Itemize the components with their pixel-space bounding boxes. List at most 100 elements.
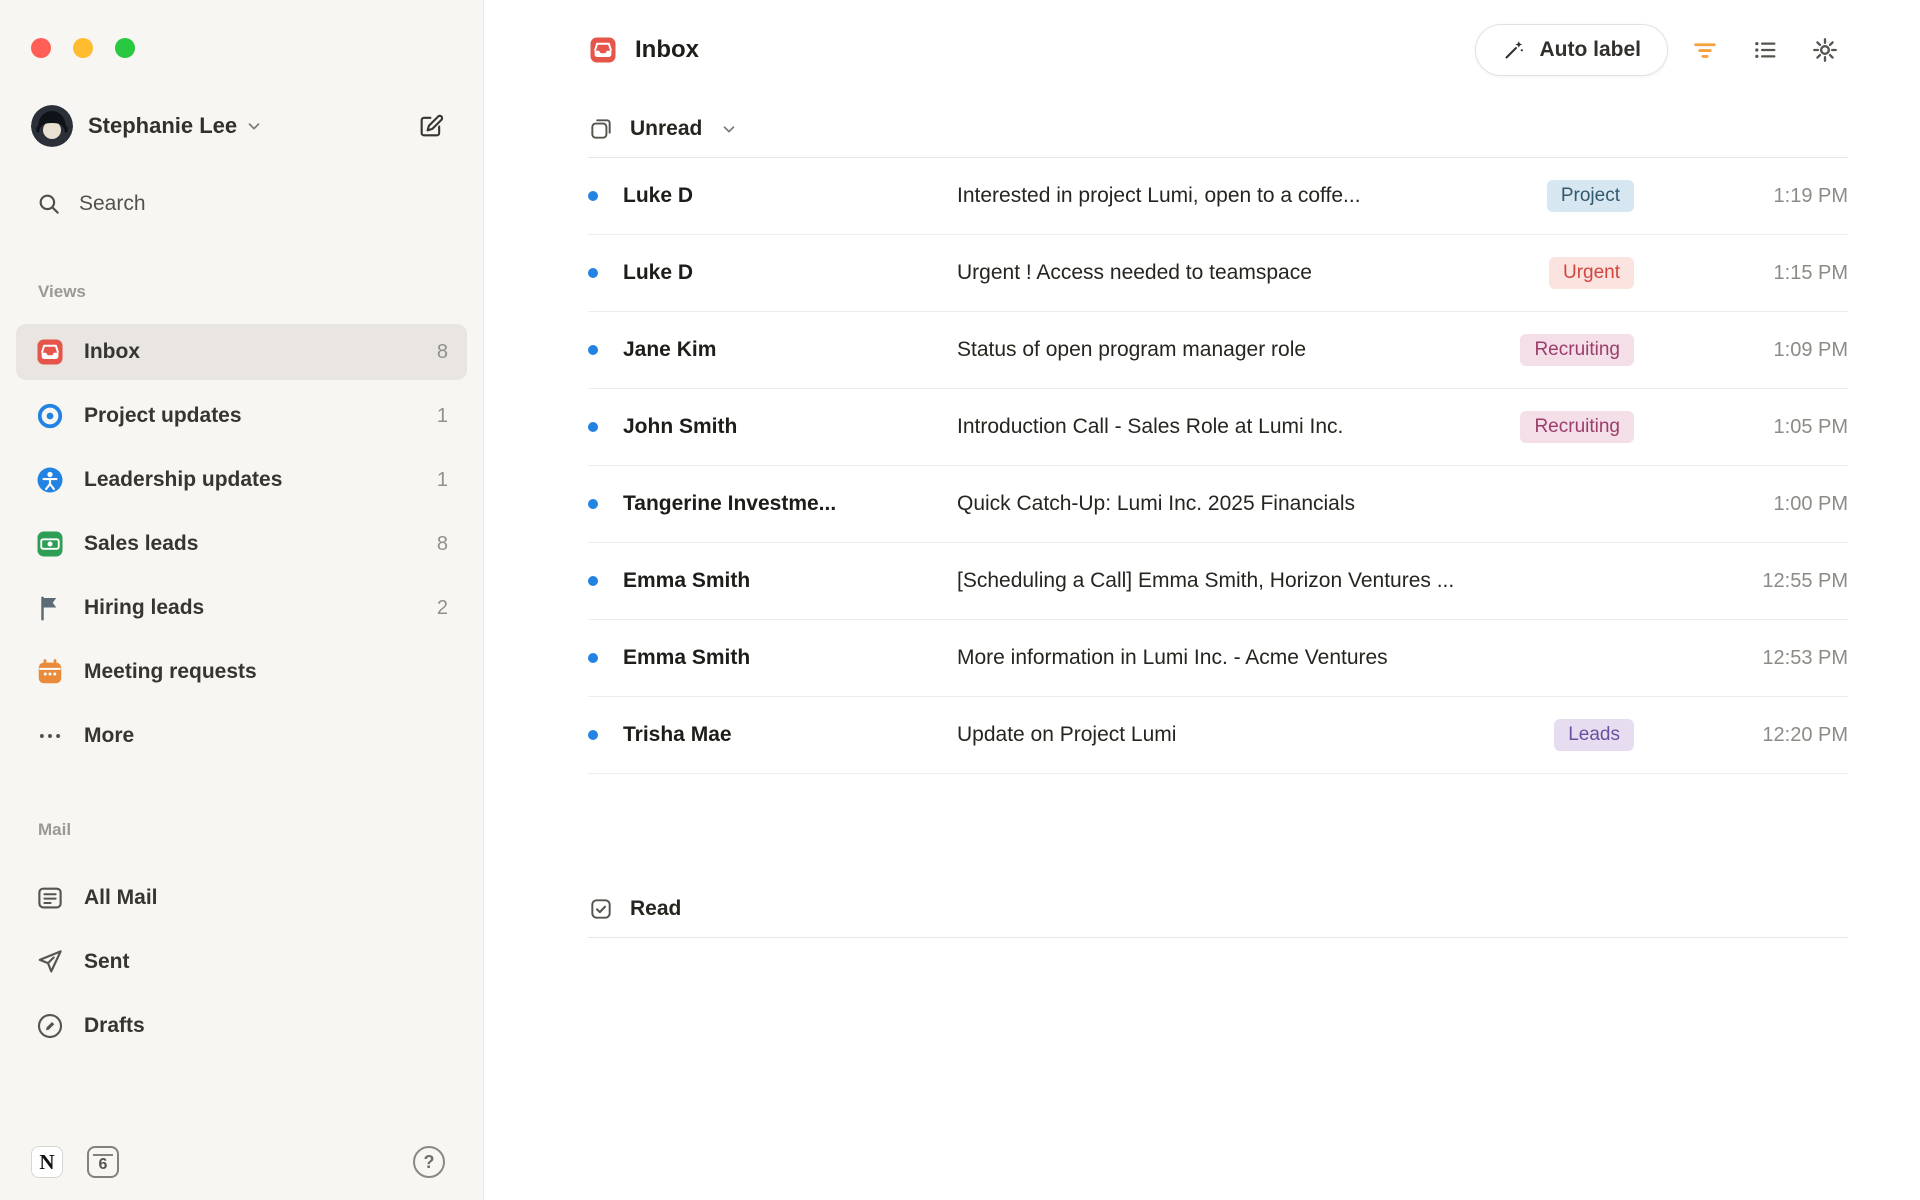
header-actions: Auto label: [1475, 24, 1848, 76]
email-subject: [Scheduling a Call] Emma Smith, Horizon …: [957, 569, 1455, 592]
help-icon[interactable]: ?: [413, 1146, 445, 1178]
unread-group-header[interactable]: Unread: [588, 100, 1848, 158]
traffic-lights: [0, 0, 483, 58]
chevron-down-icon: [720, 120, 738, 138]
sidebar-item-more[interactable]: More: [16, 708, 467, 764]
sidebar-item-sales-leads[interactable]: Sales leads 8: [16, 516, 467, 572]
title-wrap: Inbox: [588, 35, 699, 65]
target-icon: [35, 401, 65, 431]
calendar-day: 6: [98, 1156, 108, 1173]
sidebar-item-meeting-requests[interactable]: Meeting requests: [16, 644, 467, 700]
sidebar: Stephanie Lee Search Views Inbox 8 Proje…: [0, 0, 484, 1200]
gear-icon: [1813, 38, 1837, 62]
settings-button[interactable]: [1802, 27, 1848, 73]
wand-icon: [1502, 38, 1526, 62]
email-subject: More information in Lumi Inc. - Acme Ven…: [957, 646, 1388, 669]
search-icon: [36, 191, 62, 217]
sidebar-item-project-updates[interactable]: Project updates 1: [16, 388, 467, 444]
email-sender: Tangerine Investme...: [623, 492, 837, 515]
sidebar-item-sent[interactable]: Sent: [16, 934, 467, 990]
zoom-window-button[interactable]: [115, 38, 135, 58]
auto-label-label: Auto label: [1539, 38, 1641, 61]
email-time: 1:00 PM: [1773, 492, 1848, 515]
email-row[interactable]: Luke D Interested in project Lumi, open …: [588, 158, 1848, 235]
avatar: [31, 105, 73, 147]
list-view-button[interactable]: [1742, 27, 1788, 73]
sidebar-item-count: 2: [436, 596, 448, 619]
mail-list-pane: Inbox Auto label Unread Luke D Intereste…: [484, 0, 1920, 1200]
email-time: 12:53 PM: [1762, 646, 1848, 669]
notion-logo[interactable]: N: [31, 1146, 63, 1178]
unread-dot: [588, 653, 598, 663]
unread-group-title: Unread: [630, 116, 703, 140]
sidebar-item-count: 8: [436, 340, 448, 363]
minimize-window-button[interactable]: [73, 38, 93, 58]
email-subject: Urgent ! Access needed to teamspace: [957, 261, 1312, 284]
email-sender: Jane Kim: [623, 338, 717, 361]
checkbox-checked-icon: [588, 896, 614, 922]
sidebar-item-drafts[interactable]: Drafts: [16, 998, 467, 1054]
search-button[interactable]: Search: [36, 186, 445, 222]
banknote-icon: [35, 529, 65, 559]
sidebar-item-label: Sales leads: [84, 532, 199, 555]
sidebar-item-label: All Mail: [84, 886, 158, 909]
sidebar-item-all-mail[interactable]: All Mail: [16, 870, 467, 926]
send-icon: [35, 947, 65, 977]
sidebar-item-label: Inbox: [84, 340, 140, 363]
sidebar-item-count: 1: [436, 404, 448, 427]
all-mail-icon: [35, 883, 65, 913]
email-row[interactable]: Emma Smith [Scheduling a Call] Emma Smit…: [588, 543, 1848, 620]
account-switcher[interactable]: Stephanie Lee: [31, 104, 445, 148]
email-time: 12:55 PM: [1762, 569, 1848, 592]
email-sender: Luke D: [623, 184, 694, 207]
auto-label-button[interactable]: Auto label: [1475, 24, 1668, 76]
label-badge[interactable]: Urgent: [1548, 257, 1634, 289]
email-row[interactable]: Tangerine Investme... Quick Catch-Up: Lu…: [588, 466, 1848, 543]
unread-dot: [588, 576, 598, 586]
email-subject: Update on Project Lumi: [957, 723, 1177, 746]
email-row[interactable]: Jane Kim Status of open program manager …: [588, 312, 1848, 389]
email-sender: Emma Smith: [623, 646, 751, 669]
email-row[interactable]: Trisha Mae Update on Project Lumi Leads …: [588, 697, 1848, 774]
flag-icon: [35, 593, 65, 623]
sidebar-item-inbox[interactable]: Inbox 8: [16, 324, 467, 380]
sidebar-item-label: Meeting requests: [84, 660, 257, 683]
compose-button[interactable]: [417, 112, 445, 140]
close-window-button[interactable]: [31, 38, 51, 58]
filter-button[interactable]: [1682, 27, 1728, 73]
unread-dot: [588, 730, 598, 740]
label-badge[interactable]: Project: [1546, 180, 1634, 212]
label-badge[interactable]: Leads: [1554, 719, 1634, 751]
filter-icon: [1694, 43, 1716, 58]
unread-dot: [588, 191, 598, 201]
ellipsis-icon: [35, 721, 65, 751]
user-name: Stephanie Lee: [88, 113, 238, 138]
sidebar-item-count: 1: [436, 468, 448, 491]
email-subject: Quick Catch-Up: Lumi Inc. 2025 Financial…: [957, 492, 1356, 515]
mail-section-label: Mail: [38, 820, 72, 839]
label-badge[interactable]: Recruiting: [1520, 411, 1634, 443]
email-row[interactable]: Emma Smith More information in Lumi Inc.…: [588, 620, 1848, 697]
inbox-icon: [35, 337, 65, 367]
email-sender: Emma Smith: [623, 569, 751, 592]
calendar-app-icon[interactable]: 6: [87, 1146, 119, 1178]
email-list: Luke D Interested in project Lumi, open …: [588, 158, 1848, 774]
email-row[interactable]: John Smith Introduction Call - Sales Rol…: [588, 389, 1848, 466]
sidebar-item-hiring-leads[interactable]: Hiring leads 2: [16, 580, 467, 636]
unread-dot: [588, 499, 598, 509]
unread-dot: [588, 422, 598, 432]
email-time: 1:15 PM: [1773, 261, 1848, 284]
sidebar-item-leadership-updates[interactable]: Leadership updates 1: [16, 452, 467, 508]
sidebar-item-label: Hiring leads: [84, 596, 205, 619]
person-icon: [35, 465, 65, 495]
read-group-header[interactable]: Read: [588, 880, 1848, 938]
email-time: 12:20 PM: [1762, 723, 1848, 746]
mail-nav: All Mail Sent Drafts: [16, 870, 467, 1062]
label-badge[interactable]: Recruiting: [1520, 334, 1634, 366]
inbox-icon: [588, 35, 618, 65]
email-sender: Trisha Mae: [623, 723, 732, 746]
email-row[interactable]: Luke D Urgent ! Access needed to teamspa…: [588, 235, 1848, 312]
email-time: 1:05 PM: [1773, 415, 1848, 438]
email-subject: Interested in project Lumi, open to a co…: [957, 184, 1361, 207]
select-all-icon: [588, 116, 614, 142]
